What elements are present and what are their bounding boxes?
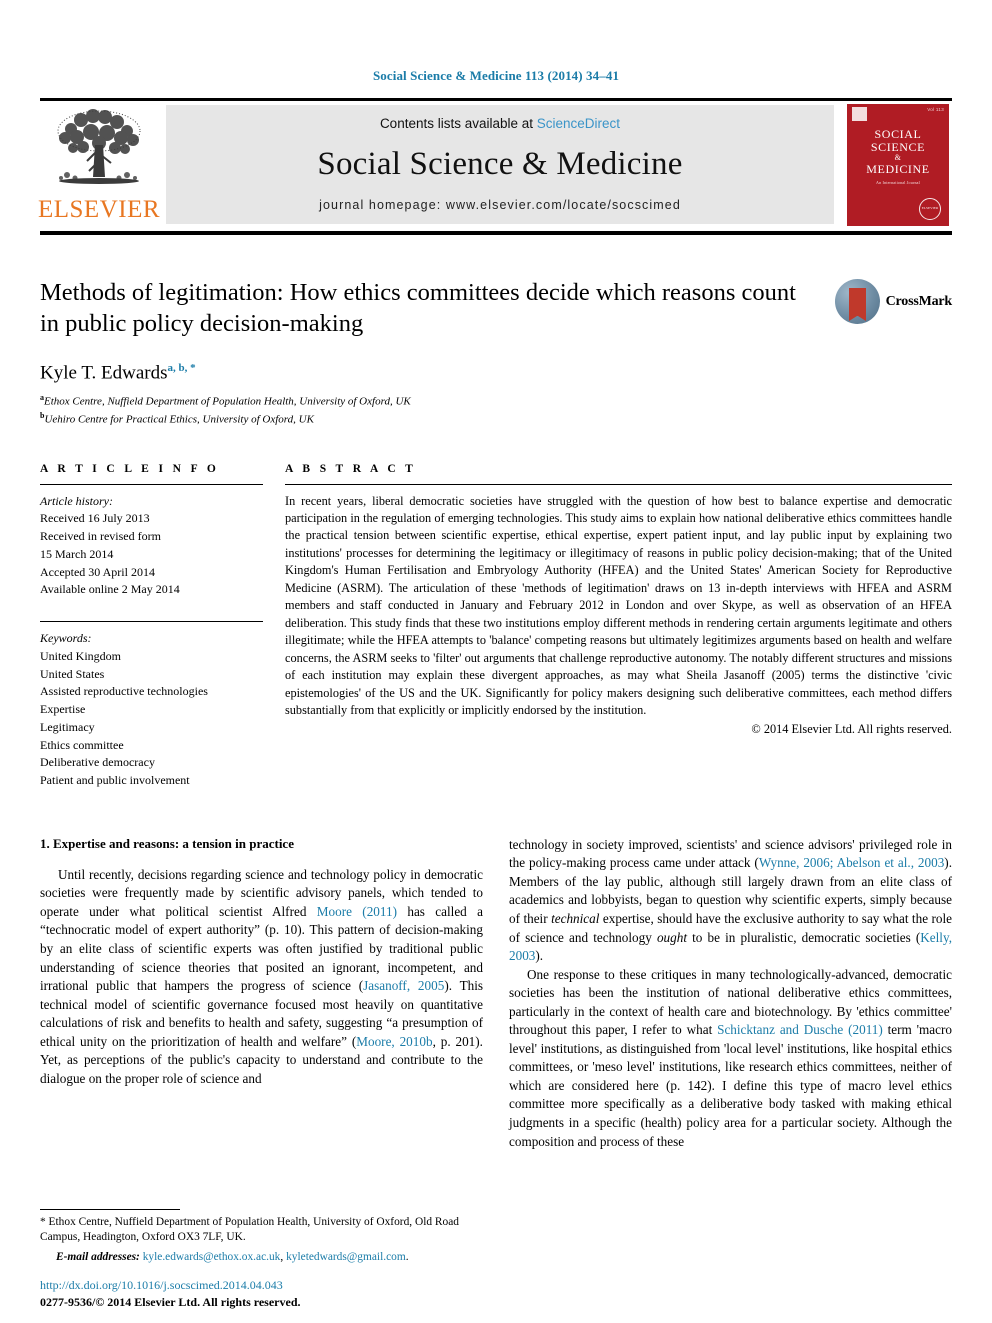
paragraph-text: ). bbox=[535, 948, 544, 964]
citation-link[interactable]: Schicktanz and Dusche (2011) bbox=[717, 1022, 883, 1037]
affiliation-b: bUehiro Centre for Practical Ethics, Uni… bbox=[40, 410, 952, 428]
emphasis-text: technical bbox=[551, 911, 600, 927]
abstract-copyright: © 2014 Elsevier Ltd. All rights reserved… bbox=[751, 722, 952, 737]
elsevier-tree-icon bbox=[57, 109, 141, 184]
running-head: Social Science & Medicine 113 (2014) 34–… bbox=[372, 68, 620, 83]
section-heading: 1. Expertise and reasons: a tension in p… bbox=[40, 835, 294, 851]
citation-link[interactable]: Moore (2011) bbox=[317, 904, 397, 919]
body-column-right: technology in society improved, scientis… bbox=[509, 836, 952, 1151]
corresponding-author-note: * Ethox Centre, Nuffield Department of P… bbox=[40, 1215, 492, 1246]
abstract-heading: A B S T R A C T bbox=[285, 462, 417, 475]
emphasis-text: ought bbox=[656, 929, 687, 945]
keywords-label: Keywords: bbox=[40, 631, 92, 646]
history-revised-label: Received in revised form bbox=[40, 529, 161, 544]
author-affiliation-marks: a, b, * bbox=[167, 361, 196, 374]
sciencedirect-link[interactable]: ScienceDirect bbox=[537, 116, 620, 131]
keyword-item: Legitimacy bbox=[40, 719, 95, 734]
banner-center: Contents lists available at ScienceDirec… bbox=[166, 105, 834, 224]
journal-banner: ELSEVIER Contents lists available at Sci… bbox=[37, 98, 952, 235]
cover-seal: ELSEVIER bbox=[919, 197, 941, 220]
history-received: Received 16 July 2013 bbox=[40, 511, 150, 526]
author-list: Kyle T. Edwardsa, b, * bbox=[40, 362, 952, 384]
affiliation-b-text: Uehiro Centre for Practical Ethics, Univ… bbox=[44, 413, 314, 426]
crossmark-icon bbox=[834, 279, 880, 324]
issn-copyright: 0277-9536/© 2014 Elsevier Ltd. All right… bbox=[40, 1295, 301, 1310]
keyword-item: United Kingdom bbox=[40, 648, 121, 663]
keyword-item: Patient and public involvement bbox=[40, 773, 190, 788]
crossmark-badge[interactable]: CrossMark bbox=[834, 279, 953, 324]
keyword-item: Assisted reproductive technologies bbox=[40, 684, 208, 699]
body-columns: 1. Expertise and reasons: a tension in p… bbox=[40, 836, 952, 1151]
elsevier-logo: ELSEVIER bbox=[37, 105, 161, 224]
page-title: Methods of legitimation: How ethics comm… bbox=[40, 279, 796, 338]
cover-title: SOCIAL SCIENCE & MEDICINE bbox=[866, 126, 930, 177]
journal-cover-thumbnail: Vol 113 SOCIAL SCIENCE & MEDICINE An Int… bbox=[844, 103, 952, 226]
email-link-1[interactable]: kyle.edwards@ethox.ox.ac.uk bbox=[143, 1251, 281, 1263]
cover-issue-label: Vol 113 bbox=[927, 106, 944, 112]
article-history-label: Article history: bbox=[40, 493, 113, 508]
body-paragraph: Until recently, decisions regarding scie… bbox=[40, 866, 483, 1089]
keywords-block: Keywords: United Kingdom United States A… bbox=[40, 630, 263, 790]
cover-title-line1: SOCIAL bbox=[874, 126, 922, 141]
cover-elsevier-mark bbox=[852, 106, 867, 121]
cover-title-line2: SCIENCE bbox=[870, 139, 926, 154]
email-link-2[interactable]: kyletedwards@gmail.com bbox=[286, 1251, 406, 1263]
abstract-text: In recent years, liberal democratic soci… bbox=[285, 493, 952, 718]
footnote-rule bbox=[40, 1208, 180, 1210]
citation-link[interactable]: Wynne, 2006; Abelson et al., 2003 bbox=[759, 855, 944, 870]
body-column-left: 1. Expertise and reasons: a tension in p… bbox=[40, 836, 483, 1151]
keyword-item: Deliberative democracy bbox=[40, 755, 155, 770]
author-name: Kyle T. Edwards bbox=[40, 362, 168, 384]
contents-prefix: Contents lists available at bbox=[379, 116, 537, 131]
body-paragraph: One response to these critiques in many … bbox=[509, 966, 952, 1151]
crossmark-label: CrossMark bbox=[885, 293, 953, 309]
keyword-item: Ethics committee bbox=[40, 737, 124, 752]
banner-bottom-rule bbox=[40, 231, 952, 235]
citation-link[interactable]: Jasanoff, 2005 bbox=[363, 978, 444, 993]
history-available-online: Available online 2 May 2014 bbox=[40, 582, 180, 597]
email-period: . bbox=[405, 1250, 409, 1263]
title-block: CrossMark Methods of legitimation: How e… bbox=[40, 277, 952, 429]
affiliation-a: aEthox Centre, Nuffield Department of Po… bbox=[40, 392, 952, 410]
paragraph-text: to be in pluralistic, democratic societi… bbox=[686, 929, 921, 945]
footnote-block: * Ethox Centre, Nuffield Department of P… bbox=[40, 1208, 492, 1266]
info-abstract-row: A R T I C L E I N F O Article history: R… bbox=[40, 463, 952, 790]
journal-homepage-link[interactable]: journal homepage: www.elsevier.com/locat… bbox=[319, 198, 681, 212]
history-accepted: Accepted 30 April 2014 bbox=[40, 564, 155, 579]
keyword-item: Expertise bbox=[40, 702, 86, 717]
keywords-rule bbox=[40, 621, 263, 623]
history-revised-date: 15 March 2014 bbox=[40, 546, 114, 561]
email-note: E-mail addresses: kyle.edwards@ethox.ox.… bbox=[40, 1250, 492, 1266]
elsevier-wordmark: ELSEVIER bbox=[37, 196, 161, 223]
email-label: E-mail addresses: bbox=[56, 1250, 140, 1263]
journal-title: Social Science & Medicine bbox=[317, 146, 683, 182]
abstract-rule bbox=[285, 483, 952, 485]
cover-title-line3: MEDICINE bbox=[866, 162, 930, 177]
article-info-column: A R T I C L E I N F O Article history: R… bbox=[40, 463, 285, 790]
affiliation-list: aEthox Centre, Nuffield Department of Po… bbox=[40, 392, 952, 429]
article-info-heading: A R T I C L E I N F O bbox=[40, 462, 220, 475]
cover-subtitle: An International Journal bbox=[876, 179, 920, 185]
keyword-item: United States bbox=[40, 666, 105, 681]
citation-link[interactable]: Moore, 2010b bbox=[356, 1034, 432, 1049]
paragraph-text: term 'macro level' institutions, as dist… bbox=[509, 1022, 952, 1149]
article-page: Social Science & Medicine 113 (2014) 34–… bbox=[0, 0, 992, 1323]
affiliation-a-text: Ethox Centre, Nuffield Department of Pop… bbox=[44, 395, 411, 408]
contents-available-line: Contents lists available at ScienceDirec… bbox=[380, 116, 620, 131]
abstract-column: A B S T R A C T In recent years, liberal… bbox=[285, 463, 952, 790]
corresponding-address: Ethox Centre, Nuffield Department of Pop… bbox=[40, 1215, 459, 1244]
doi-block: http://dx.doi.org/10.1016/j.socscimed.20… bbox=[40, 1277, 301, 1311]
body-paragraph: technology in society improved, scientis… bbox=[509, 836, 952, 966]
article-info-rule bbox=[40, 483, 263, 485]
doi-link[interactable]: http://dx.doi.org/10.1016/j.socscimed.20… bbox=[40, 1277, 301, 1294]
